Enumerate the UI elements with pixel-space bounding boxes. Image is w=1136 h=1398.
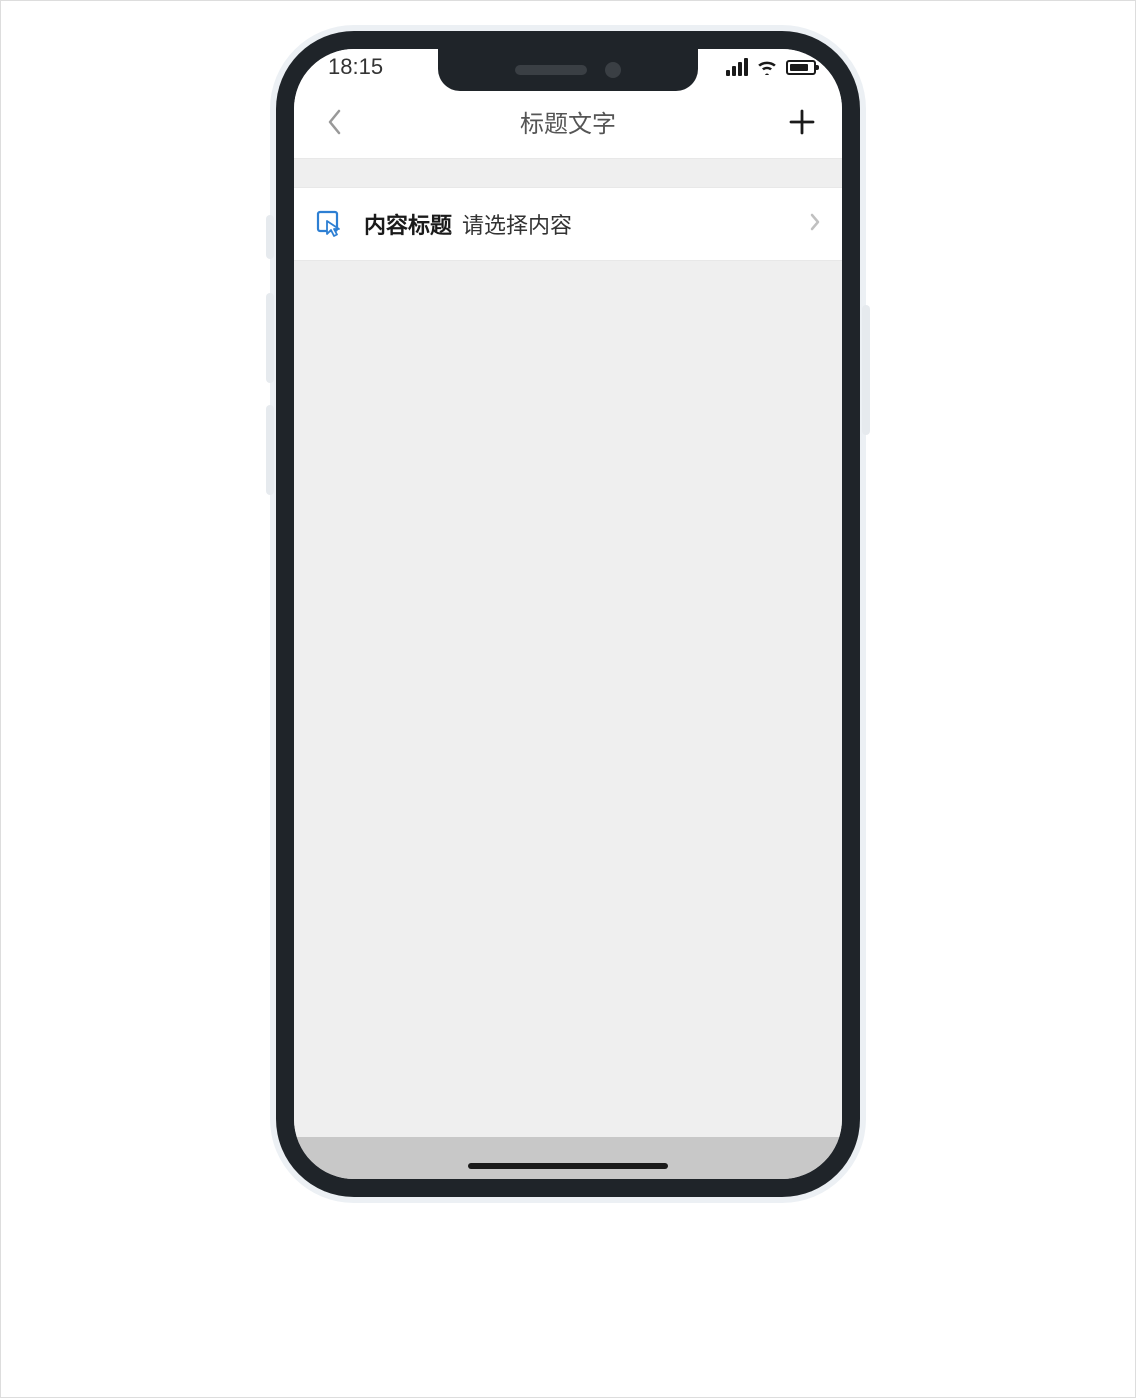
phone-notch [438, 49, 698, 91]
phone-mockup: 18:15 [270, 25, 866, 1203]
phone-frame: 18:15 [276, 31, 860, 1197]
notch-speaker [515, 65, 587, 75]
back-button[interactable] [314, 102, 354, 142]
add-button[interactable] [782, 102, 822, 142]
home-indicator[interactable] [468, 1163, 668, 1169]
plus-icon [789, 109, 815, 135]
cellular-signal-icon [726, 58, 748, 76]
row-value-placeholder: 请选择内容 [462, 208, 810, 240]
status-indicators [726, 58, 816, 76]
wifi-icon [756, 59, 778, 75]
phone-screen: 18:15 [294, 49, 842, 1179]
battery-icon [786, 60, 816, 75]
chevron-left-icon [326, 108, 342, 136]
phone-side-button [266, 293, 274, 383]
bottom-strip [294, 1137, 842, 1179]
chevron-right-icon [810, 213, 820, 236]
notch-camera [605, 62, 621, 78]
row-title: 内容标题 [364, 208, 452, 240]
content-select-row[interactable]: 内容标题 请选择内容 [294, 187, 842, 261]
phone-side-button [266, 215, 274, 259]
phone-side-button [862, 305, 870, 435]
phone-side-button [266, 405, 274, 495]
content-area: 内容标题 请选择内容 [294, 159, 842, 1137]
cursor-select-icon [316, 210, 344, 238]
navigation-bar: 标题文字 [294, 85, 842, 159]
page-title: 标题文字 [520, 104, 616, 139]
status-time: 18:15 [328, 54, 383, 80]
